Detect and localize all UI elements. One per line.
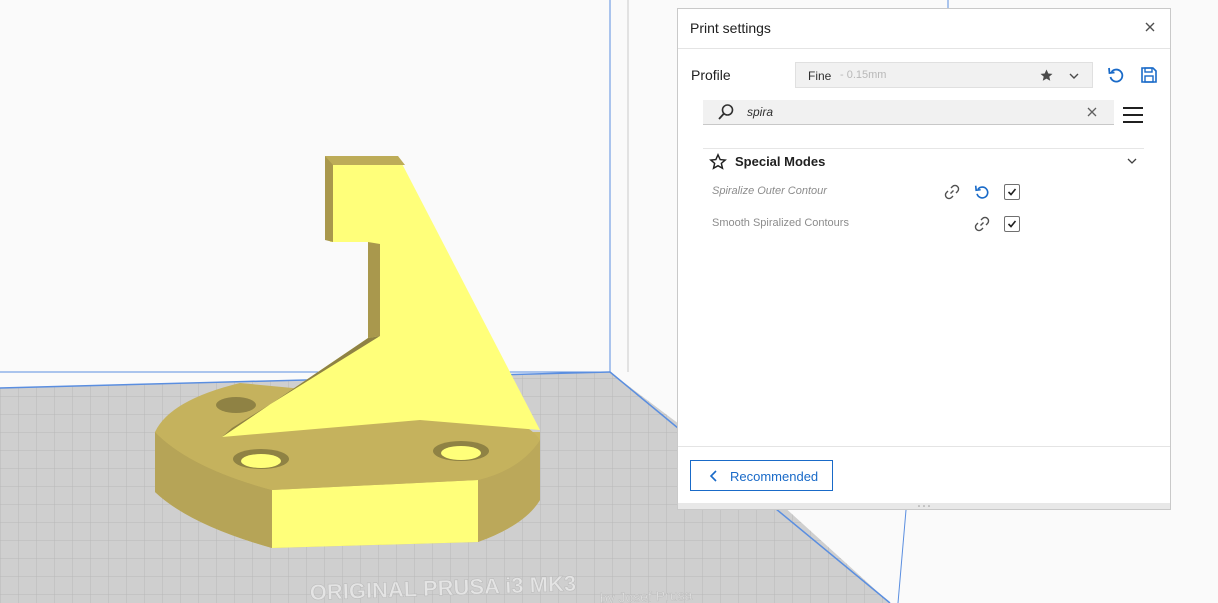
reset-icon[interactable] [973,183,991,201]
panel-footer-divider [678,446,1170,447]
profile-label: Profile [691,67,731,83]
search-icon [718,104,734,120]
star-icon[interactable] [1039,68,1054,83]
setting-label: Spiralize Outer Contour [712,185,827,197]
recommended-button[interactable]: Recommended [690,460,833,491]
chevron-down-icon[interactable] [1067,69,1081,83]
print-settings-panel: Print settings Profile Fine - 0.15mm spi… [677,8,1171,510]
checkbox-smooth-spiralized-contours[interactable] [1004,216,1020,232]
grip-icon [918,505,930,507]
section-special-modes[interactable]: Special Modes [703,148,1144,172]
setting-label: Smooth Spiralized Contours [712,217,849,229]
search-box [703,100,1114,125]
recommended-label: Recommended [730,469,819,484]
section-title: Special Modes [735,154,826,169]
profile-name: Fine [808,69,832,83]
reset-profile-icon[interactable] [1106,65,1126,85]
panel-title: Print settings [690,20,771,36]
clear-search-icon[interactable] [1086,106,1098,118]
chevron-left-icon [709,470,717,482]
link-icon[interactable] [973,215,991,233]
bed-label-line2: by Josef Prusa [600,587,693,603]
menu-icon[interactable] [1122,105,1144,125]
star-outline-icon [709,153,727,170]
save-icon[interactable] [1139,65,1159,85]
search-input[interactable] [747,102,1077,122]
checkbox-spiralize-outer-contour[interactable] [1004,184,1020,200]
link-icon[interactable] [943,183,961,201]
profile-detail: - 0.15mm [840,69,887,81]
chevron-down-icon[interactable] [1126,155,1138,167]
close-icon[interactable] [1140,17,1160,37]
panel-header: Print settings [678,9,1170,49]
panel-resize-handle[interactable] [678,503,1170,509]
profile-select[interactable]: Fine - 0.15mm [795,62,1093,88]
